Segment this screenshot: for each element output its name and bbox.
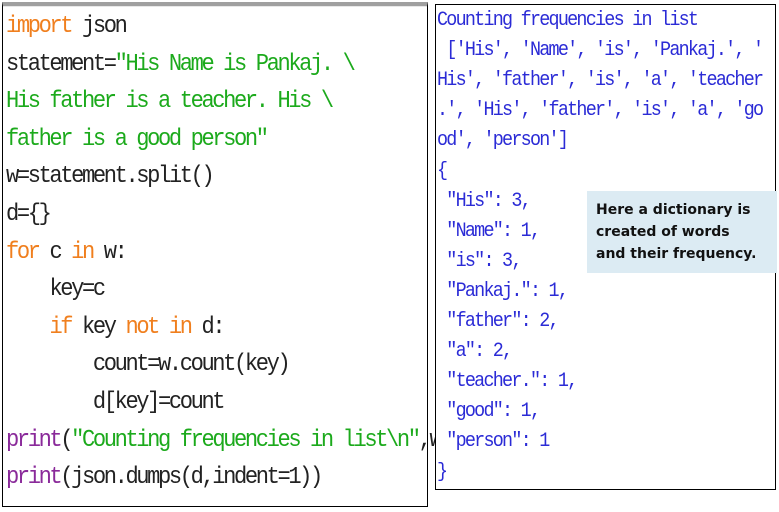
code-token: d={} xyxy=(6,201,52,228)
string-token: "Counting frequencies in list\n" xyxy=(71,426,421,454)
code-line: His father is a teacher. His \ xyxy=(6,84,334,120)
keyword-token: if xyxy=(49,313,73,341)
string-token: father is a good person" xyxy=(6,125,269,153)
code-line: d={} xyxy=(6,197,52,233)
code-line: if key not in d: xyxy=(6,310,225,346)
code-line: d[key]=count xyxy=(6,385,226,421)
output-line: "His": 3, xyxy=(437,189,531,213)
output-line: "is": 3, xyxy=(437,249,522,273)
code-line: print("Counting frequencies in list\n",w… xyxy=(6,423,454,459)
code-token: count=w.count(key) xyxy=(92,351,291,379)
code-line: count=w.count(key) xyxy=(6,347,291,383)
keyword-token: in xyxy=(71,238,95,266)
code-line: statement="His Name is Pankaj. \ xyxy=(6,47,356,83)
code-line: w=statement.split() xyxy=(6,159,215,195)
code-token: statement= xyxy=(6,50,117,78)
code-editor-panel[interactable]: import json statement="His Name is Pankaj… xyxy=(2,2,454,507)
keyword-token: not in xyxy=(125,313,193,341)
code-line: import json xyxy=(6,9,128,45)
output-line: "person": 1 xyxy=(437,430,550,454)
builtin-token: print xyxy=(6,426,63,454)
callout-line: created of words xyxy=(596,224,730,240)
string-token: His father is a teacher. His \ xyxy=(6,88,334,116)
output-line: "father": 2, xyxy=(437,310,559,333)
code-token: c xyxy=(38,238,72,266)
output-line: His', 'father', 'is', 'a', 'teacher xyxy=(437,69,764,93)
code-token: json xyxy=(71,13,128,40)
code-token: d[key]=count xyxy=(92,389,226,416)
code-token: w=statement.split() xyxy=(6,163,215,191)
output-line: "good": 1, xyxy=(437,400,541,424)
code-token: key=c xyxy=(49,276,106,304)
code-token: (json.dumps(d,indent=1)) xyxy=(60,464,323,492)
code-token: key xyxy=(71,313,126,341)
string-token: "His Name is Pankaj. \ xyxy=(114,50,356,78)
output-line: } xyxy=(437,460,448,484)
explanation-callout: Here a dictionary is created of words an… xyxy=(587,191,777,273)
output-line: od', 'person'] xyxy=(437,129,569,153)
code-line: for c in w: xyxy=(6,235,128,271)
code-line: father is a good person" xyxy=(6,122,269,158)
callout-line: Here a dictionary is xyxy=(596,202,751,218)
output-line: "teacher.": 1, xyxy=(437,370,578,394)
builtin-token: print xyxy=(6,464,63,492)
output-line: .', 'His', 'father', 'is', 'a', 'go xyxy=(437,99,764,123)
output-line: "Pankaj.": 1, xyxy=(437,279,569,303)
keyword-token: for xyxy=(6,238,41,266)
output-line: "a": 2, xyxy=(437,340,513,364)
code-line: print(json.dumps(d,indent=1)) xyxy=(6,460,323,496)
code-token: d: xyxy=(190,313,225,341)
code-token: ( xyxy=(60,426,73,454)
output-line: "Name": 1, xyxy=(437,219,541,243)
code-line: key=c xyxy=(6,272,106,308)
output-line: { xyxy=(437,159,448,183)
code-token: w: xyxy=(92,238,128,266)
keyword-token: import xyxy=(6,13,74,40)
output-line: Counting frequencies in list xyxy=(437,9,699,32)
output-line: ['His', 'Name', 'is', 'Pankaj.', ' xyxy=(437,39,764,63)
callout-line: and their frequency. xyxy=(596,246,757,262)
